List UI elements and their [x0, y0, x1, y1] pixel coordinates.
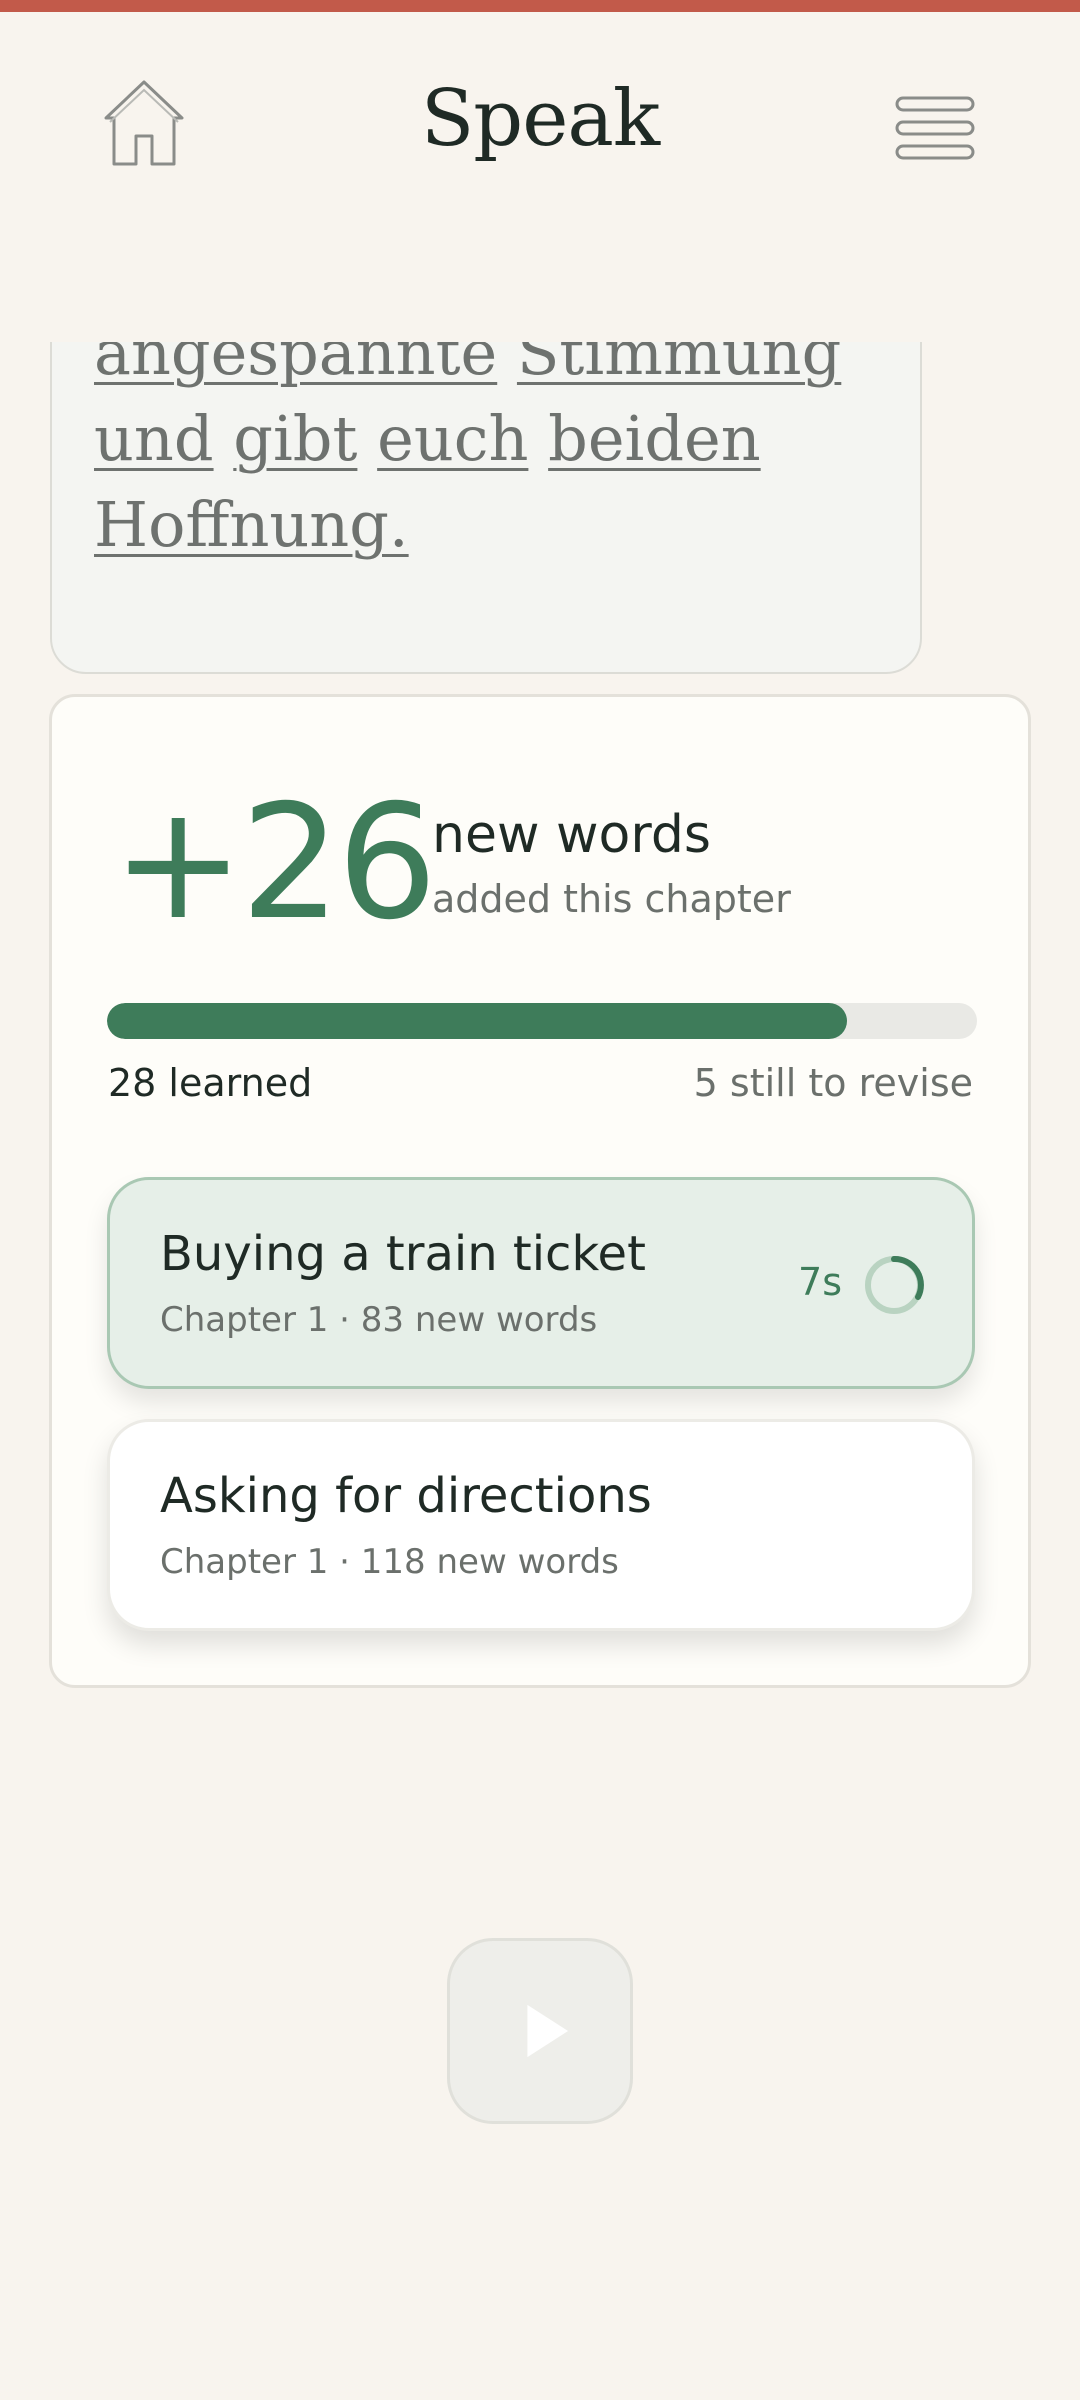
menu-button[interactable] — [893, 92, 977, 164]
story-word[interactable]: gibt — [233, 402, 357, 475]
story-word[interactable]: und — [94, 402, 214, 475]
new-words-count: +26 — [112, 771, 437, 955]
chapter-card-directions[interactable]: Asking for directions Chapter 1 · 118 ne… — [107, 1419, 975, 1631]
spinner-icon — [865, 1255, 924, 1314]
chapter-card-train-ticket[interactable]: Buying a train ticket Chapter 1 · 83 new… — [107, 1177, 975, 1389]
story-line: angespannte Stimmung — [94, 342, 894, 396]
page: Speak bricht durch dieangespannte Stimmu… — [0, 0, 1080, 2400]
chapter-subtitle: Chapter 1 · 83 new words — [160, 1300, 598, 1340]
story-line: und gibt euch beiden — [94, 396, 894, 482]
play-button[interactable] — [447, 1938, 633, 2124]
story-word[interactable]: angespannte — [94, 342, 497, 389]
menu-icon — [895, 96, 975, 160]
learning-progress-bar — [107, 1003, 977, 1039]
revise-count: 5 still to revise — [693, 1061, 973, 1105]
chapter-title: Buying a train ticket — [160, 1226, 646, 1282]
play-icon — [527, 2004, 569, 2058]
top-accent-bar — [0, 0, 1080, 12]
learned-count: 28 learned — [108, 1061, 313, 1105]
story-text: bricht durch dieangespannte Stimmungund … — [94, 342, 894, 568]
new-words-sublabel: added this chapter — [432, 877, 791, 921]
story-word[interactable]: beiden — [548, 402, 761, 475]
new-words-label: new words — [432, 805, 711, 865]
chapter-title: Asking for directions — [160, 1468, 652, 1524]
story-line: Hoffnung. — [94, 482, 894, 568]
countdown-timer: 7s — [798, 1260, 842, 1304]
story-word[interactable]: Stimmung — [517, 342, 841, 389]
story-scroll-area[interactable]: bricht durch dieangespannte Stimmungund … — [48, 342, 928, 678]
learning-progress-fill — [107, 1003, 847, 1039]
story-text-card: bricht durch dieangespannte Stimmungund … — [50, 342, 922, 674]
chapter-subtitle: Chapter 1 · 118 new words — [160, 1542, 619, 1582]
story-word[interactable]: Hoffnung. — [94, 488, 409, 561]
chapter-stats-card: +26 new words added this chapter 28 lear… — [49, 694, 1031, 1688]
story-word[interactable]: euch — [377, 402, 528, 475]
header: Speak — [0, 12, 1080, 212]
